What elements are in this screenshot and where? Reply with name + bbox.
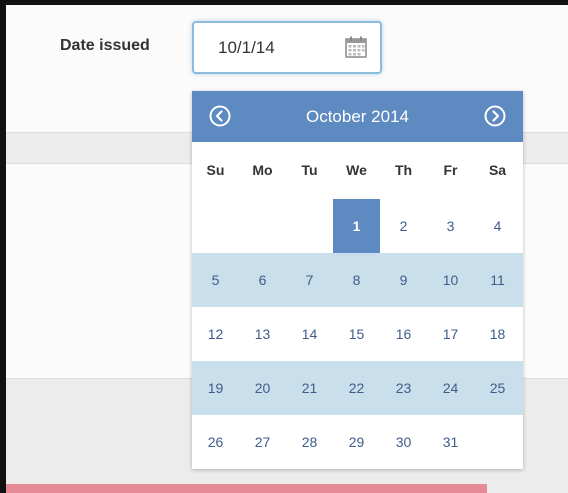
calendar-day[interactable]: 24: [427, 361, 474, 415]
date-issued-input[interactable]: 10/1/14: [192, 21, 382, 74]
weekday-label: Mo: [252, 162, 273, 178]
calendar-day[interactable]: 28: [286, 415, 333, 469]
calendar-day[interactable]: 22: [333, 361, 380, 415]
datepicker-popup: October 2014 Su Mo Tu We Th Fr Sa 1 2 3 4 5 6 7 8 9 10 1…: [192, 91, 523, 469]
calendar-day[interactable]: 6: [239, 253, 286, 307]
calendar-day[interactable]: 5: [192, 253, 239, 307]
accent-bar: [6, 484, 487, 493]
weekday-label: Su: [206, 162, 225, 178]
calendar-day-selected[interactable]: 1: [333, 199, 380, 253]
weekday-label: Sa: [488, 162, 507, 178]
calendar-day[interactable]: 20: [239, 361, 286, 415]
calendar-day[interactable]: 29: [333, 415, 380, 469]
calendar-day[interactable]: 7: [286, 253, 333, 307]
calendar-week-row: 26 27 28 29 30 31: [192, 415, 523, 469]
weekday-label: We: [346, 162, 367, 178]
datepicker-header: October 2014: [192, 91, 523, 142]
weekday-label: Th: [394, 162, 413, 178]
calendar-day[interactable]: 3: [427, 199, 474, 253]
calendar-day[interactable]: 21: [286, 361, 333, 415]
datepicker-month-label[interactable]: October 2014: [192, 107, 523, 127]
weekday-label: Fr: [443, 162, 458, 178]
date-issued-label: Date issued: [60, 37, 150, 54]
calendar-day[interactable]: 10: [427, 253, 474, 307]
calendar-day[interactable]: 31: [427, 415, 474, 469]
calendar-day[interactable]: 18: [474, 307, 521, 361]
calendar-day[interactable]: 11: [474, 253, 521, 307]
calendar-day[interactable]: 13: [239, 307, 286, 361]
calendar-week-row: 5 6 7 8 9 10 11: [192, 253, 523, 307]
calendar-day[interactable]: 9: [380, 253, 427, 307]
calendar-day[interactable]: 23: [380, 361, 427, 415]
chevron-right-circle-icon[interactable]: [484, 105, 506, 127]
calendar-day[interactable]: 19: [192, 361, 239, 415]
calendar-day[interactable]: 2: [380, 199, 427, 253]
calendar-day[interactable]: 12: [192, 307, 239, 361]
calendar-week-row: 1234: [192, 199, 523, 253]
calendar-day[interactable]: 4: [474, 199, 521, 253]
date-issued-value[interactable]: 10/1/14: [218, 38, 275, 58]
window-frame-top: [0, 0, 568, 5]
calendar-icon[interactable]: [344, 35, 368, 59]
calendar-day[interactable]: 16: [380, 307, 427, 361]
calendar-day[interactable]: 14: [286, 307, 333, 361]
weekday-label: Tu: [301, 162, 318, 178]
calendar-day[interactable]: 8: [333, 253, 380, 307]
calendar-week-row: 12 13 14 15 16 17 18: [192, 307, 523, 361]
calendar-day[interactable]: 27: [239, 415, 286, 469]
calendar-day[interactable]: 25: [474, 361, 521, 415]
calendar-day[interactable]: 17: [427, 307, 474, 361]
calendar-day[interactable]: 30: [380, 415, 427, 469]
calendar-week-row: 19 20 21 22 23 24 25: [192, 361, 523, 415]
calendar-day[interactable]: 15: [333, 307, 380, 361]
calendar-day[interactable]: 26: [192, 415, 239, 469]
